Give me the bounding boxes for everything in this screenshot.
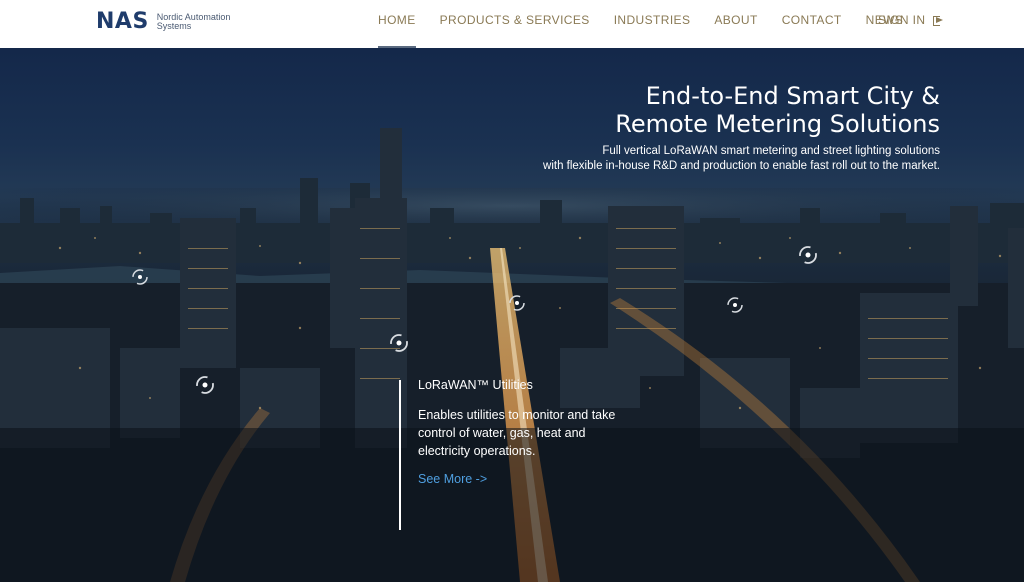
hotspot-icon[interactable] <box>797 244 819 266</box>
logo-company-name: Nordic Automation Systems <box>157 13 231 31</box>
hero-banner: End-to-End Smart City & Remote Metering … <box>0 48 1024 582</box>
hotspot-icon[interactable] <box>388 332 410 354</box>
hotspot-icon[interactable] <box>129 266 151 288</box>
hero-title: End-to-End Smart City & Remote Metering … <box>520 82 940 138</box>
hotspot-icon[interactable] <box>194 374 216 396</box>
hotspot-icon[interactable] <box>724 294 746 316</box>
logo-mark: NAS <box>96 9 149 34</box>
site-header: NAS Nordic Automation Systems HOME PRODU… <box>0 0 1024 48</box>
feature-divider <box>399 380 401 530</box>
main-nav: HOME PRODUCTS & SERVICES INDUSTRIES ABOU… <box>366 0 915 48</box>
hotspot-icon[interactable] <box>506 292 528 314</box>
see-more-link[interactable]: See More -> <box>418 472 487 486</box>
feature-description: Enables utilities to monitor and take co… <box>418 408 616 458</box>
feature-title: LoRaWAN™ Utilities <box>418 378 533 392</box>
sign-in-button[interactable]: SIGN IN <box>878 0 944 40</box>
nav-industries[interactable]: INDUSTRIES <box>602 0 703 48</box>
hero-subtitle-line2: with flexible in-house R&D and productio… <box>543 159 940 172</box>
hero-title-line2: Remote Metering Solutions <box>615 110 940 138</box>
hero-subtitle-line1: Full vertical LoRaWAN smart metering and… <box>602 145 940 157</box>
nav-contact[interactable]: CONTACT <box>770 0 854 48</box>
nav-products-services[interactable]: PRODUCTS & SERVICES <box>428 0 602 48</box>
sign-in-label: SIGN IN <box>878 13 926 27</box>
sign-in-icon <box>933 15 944 26</box>
nav-home[interactable]: HOME <box>366 0 428 48</box>
hero-title-line1: End-to-End Smart City & <box>645 82 940 110</box>
hero-subtitle: Full vertical LoRaWAN smart metering and… <box>500 144 940 173</box>
nav-about[interactable]: ABOUT <box>702 0 769 48</box>
logo[interactable]: NAS Nordic Automation Systems <box>96 11 230 33</box>
logo-name-line2: Systems <box>156 21 192 31</box>
